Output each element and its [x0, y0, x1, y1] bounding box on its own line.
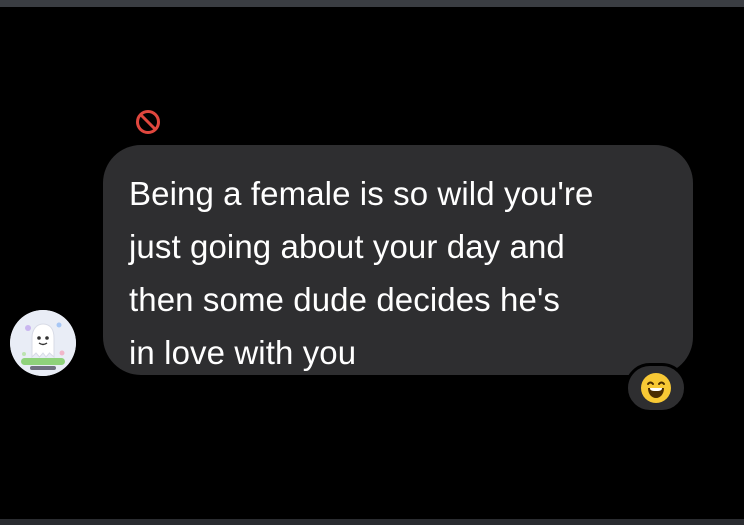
bottom-edge	[0, 519, 744, 525]
message-line: Being a female is so wild you're	[129, 175, 594, 212]
prohibited-icon	[136, 110, 160, 134]
message-line: then some dude decides he's	[129, 281, 560, 318]
avatar[interactable]	[10, 310, 76, 376]
top-edge	[0, 0, 744, 7]
reaction-badge[interactable]	[625, 363, 687, 413]
message-line: just going about your day and	[129, 228, 565, 265]
message-bubble[interactable]: Being a female is so wild you're just go…	[103, 145, 693, 375]
laughing-face-icon	[641, 373, 671, 403]
ghost-avatar-icon	[10, 310, 76, 376]
message-line: in love with you	[129, 334, 357, 371]
